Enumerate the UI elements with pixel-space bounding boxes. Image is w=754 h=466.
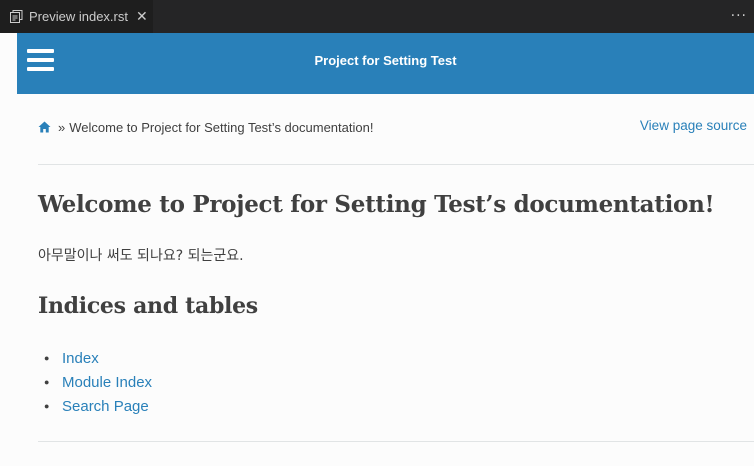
close-icon[interactable]: ✕	[136, 8, 148, 25]
breadcrumb: » Welcome to Project for Setting Test’s …	[38, 118, 754, 136]
bullet-icon: ●	[44, 353, 50, 363]
page-title: Welcome to Project for Setting Test’s do…	[38, 191, 715, 218]
more-actions-icon[interactable]: ···	[731, 8, 747, 24]
bullet-icon: ●	[44, 401, 50, 411]
editor-tab-bar: Preview index.rst ✕ ···	[0, 0, 754, 33]
breadcrumb-current: Welcome to Project for Setting Test’s do…	[69, 119, 374, 135]
module-index-link[interactable]: Module Index	[62, 374, 152, 391]
left-gutter	[0, 33, 17, 466]
list-item: ● Module Index	[44, 370, 152, 394]
bottom-divider	[38, 441, 754, 442]
search-page-link[interactable]: Search Page	[62, 398, 149, 415]
view-page-source-link[interactable]: View page source	[640, 118, 747, 133]
index-link[interactable]: Index	[62, 350, 99, 367]
top-divider	[38, 164, 754, 165]
bullet-icon: ●	[44, 377, 50, 387]
project-title[interactable]: Project for Setting Test	[17, 53, 754, 68]
preview-icon	[8, 9, 24, 25]
breadcrumb-separator: »	[58, 119, 66, 135]
top-nav-bar: Project for Setting Test	[17, 33, 754, 94]
tab-label: Preview index.rst	[29, 9, 128, 24]
section-title: Indices and tables	[38, 293, 258, 319]
home-icon[interactable]	[38, 121, 51, 134]
list-item: ● Search Page	[44, 394, 152, 418]
preview-tab[interactable]: Preview index.rst ✕	[0, 0, 153, 33]
indices-list: ● Index ● Module Index ● Search Page	[44, 346, 152, 418]
body-paragraph: 아무말이나 써도 되나요? 되는군요.	[38, 248, 244, 264]
list-item: ● Index	[44, 346, 152, 370]
